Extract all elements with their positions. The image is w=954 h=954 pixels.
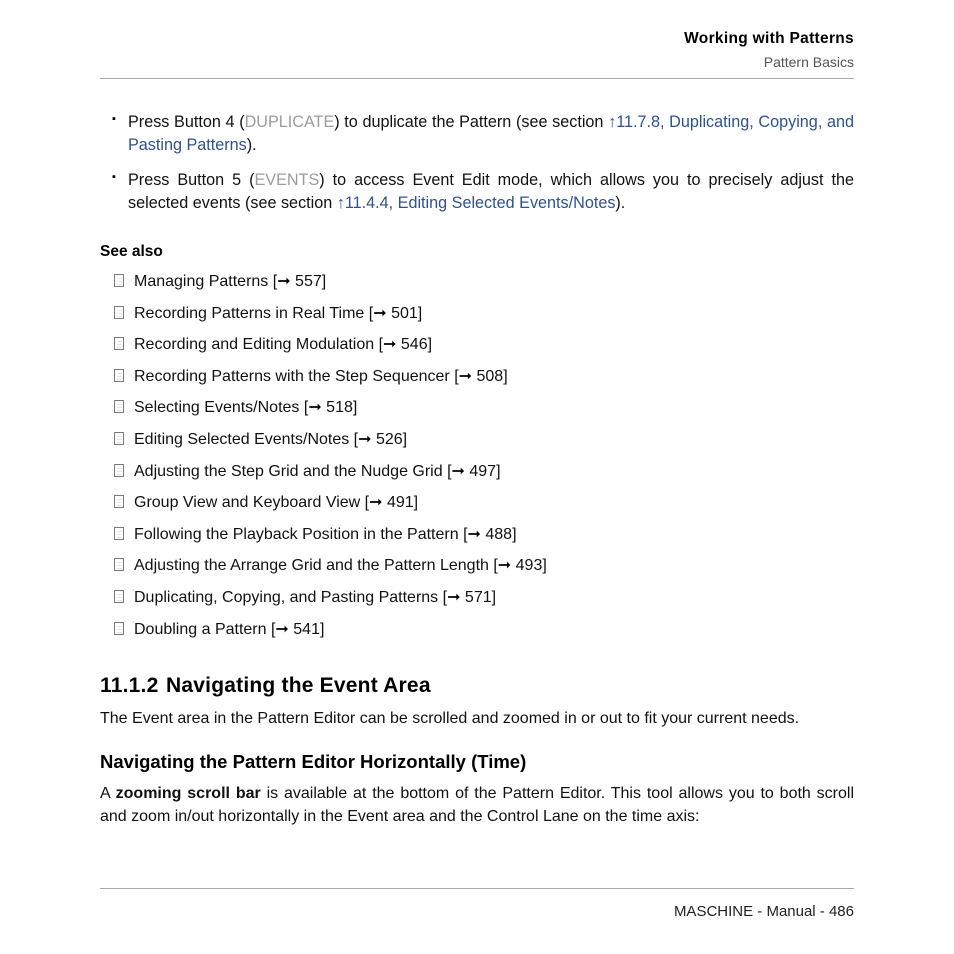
see-also-title: Managing Patterns [ <box>134 273 277 290</box>
document-icon <box>114 432 124 445</box>
see-also-page: 541] <box>289 621 325 638</box>
section-title: Navigating the Event Area <box>166 674 431 697</box>
document-icon <box>114 400 124 413</box>
arrow-right-icon: ➞ <box>277 273 290 290</box>
subsection-body-pre: A <box>100 785 116 802</box>
document-icon <box>114 306 124 319</box>
see-also-item[interactable]: Following the Playback Position in the P… <box>114 524 854 546</box>
subsection-body: A zooming scroll bar is available at the… <box>100 783 854 828</box>
document-icon <box>114 622 124 635</box>
see-also-item[interactable]: Recording Patterns in Real Time [➞ 501] <box>114 303 854 325</box>
page-header: Working with Patterns Pattern Basics <box>100 30 854 70</box>
see-also-page: 501] <box>387 305 423 322</box>
arrow-right-icon: ➞ <box>459 368 472 385</box>
see-also-item[interactable]: Adjusting the Arrange Grid and the Patte… <box>114 555 854 577</box>
section-heading: 11.1.2Navigating the Event Area <box>100 674 854 698</box>
see-also-title: Group View and Keyboard View [ <box>134 494 369 511</box>
document-icon <box>114 274 124 287</box>
see-also-item[interactable]: Recording and Editing Modulation [➞ 546] <box>114 334 854 356</box>
arrow-right-icon: ➞ <box>275 621 288 638</box>
header-sub: Pattern Basics <box>100 54 854 70</box>
see-also-item[interactable]: Adjusting the Step Grid and the Nudge Gr… <box>114 461 854 483</box>
bullet-text-post: ). <box>247 136 257 154</box>
subsection-body-bold: zooming scroll bar <box>116 785 261 802</box>
document-icon <box>114 590 124 603</box>
arrow-right-icon: ➞ <box>358 431 371 448</box>
see-also-page: 518] <box>322 399 358 416</box>
arrow-right-icon: ➞ <box>383 336 396 353</box>
ui-label-duplicate: DUPLICATE <box>245 113 335 131</box>
see-also-page: 571] <box>460 589 496 606</box>
see-also-item[interactable]: Editing Selected Events/Notes [➞ 526] <box>114 429 854 451</box>
see-also-page: 491] <box>383 494 419 511</box>
see-also-title: Editing Selected Events/Notes [ <box>134 431 358 448</box>
footer-text: MASCHINE - Manual - 486 <box>100 903 854 920</box>
document-icon <box>114 558 124 571</box>
see-also-item[interactable]: Recording Patterns with the Step Sequenc… <box>114 366 854 388</box>
see-also-title: Selecting Events/Notes [ <box>134 399 308 416</box>
document-icon <box>114 527 124 540</box>
see-also-title: Adjusting the Step Grid and the Nudge Gr… <box>134 463 452 480</box>
footer-divider <box>100 888 854 889</box>
arrow-right-icon: ➞ <box>468 526 481 543</box>
see-also-item[interactable]: Selecting Events/Notes [➞ 518] <box>114 397 854 419</box>
list-item: Press Button 5 (EVENTS) to access Event … <box>100 169 854 215</box>
list-item: Press Button 4 (DUPLICATE) to duplicate … <box>100 111 854 157</box>
arrow-right-icon: ➞ <box>447 589 460 606</box>
document-icon <box>114 369 124 382</box>
bullet-list: Press Button 4 (DUPLICATE) to duplicate … <box>100 111 854 215</box>
arrow-right-icon: ➞ <box>369 494 382 511</box>
bullet-text-pre: Press Button 5 ( <box>128 171 254 189</box>
xref-link[interactable]: ↑11.4.4, Editing Selected Events/Notes <box>337 194 616 212</box>
see-also-item[interactable]: Managing Patterns [➞ 557] <box>114 271 854 293</box>
see-also-item[interactable]: Duplicating, Copying, and Pasting Patter… <box>114 587 854 609</box>
bullet-text-pre: Press Button 4 ( <box>128 113 245 131</box>
see-also-page: 546] <box>396 336 432 353</box>
header-title: Working with Patterns <box>100 30 854 48</box>
arrow-right-icon: ➞ <box>498 557 511 574</box>
bullet-text-mid: ) to duplicate the Pattern (see section <box>334 113 608 131</box>
section-number: 11.1.2 <box>100 674 166 698</box>
header-divider <box>100 78 854 79</box>
arrow-right-icon: ➞ <box>452 463 465 480</box>
see-also-list: Managing Patterns [➞ 557]Recording Patte… <box>114 271 854 640</box>
page: Working with Patterns Pattern Basics Pre… <box>0 0 954 954</box>
bullet-text-post: ). <box>615 194 625 212</box>
see-also-title: Recording Patterns with the Step Sequenc… <box>134 368 459 385</box>
document-icon <box>114 495 124 508</box>
section-body: The Event area in the Pattern Editor can… <box>100 708 854 731</box>
see-also-title: Recording Patterns in Real Time [ <box>134 305 373 322</box>
ui-label-events: EVENTS <box>254 171 319 189</box>
see-also-item[interactable]: Group View and Keyboard View [➞ 491] <box>114 492 854 514</box>
see-also-page: 557] <box>291 273 327 290</box>
see-also-page: 508] <box>472 368 508 385</box>
see-also-page: 493] <box>511 557 547 574</box>
subsection-heading: Navigating the Pattern Editor Horizontal… <box>100 751 854 773</box>
see-also-page: 488] <box>481 526 517 543</box>
see-also-item[interactable]: Doubling a Pattern [➞ 541] <box>114 619 854 641</box>
see-also-title: Duplicating, Copying, and Pasting Patter… <box>134 589 447 606</box>
document-icon <box>114 464 124 477</box>
see-also-title: Following the Playback Position in the P… <box>134 526 468 543</box>
see-also-title: Recording and Editing Modulation [ <box>134 336 383 353</box>
see-also-page: 497] <box>465 463 501 480</box>
arrow-right-icon: ➞ <box>373 305 386 322</box>
see-also-title: Adjusting the Arrange Grid and the Patte… <box>134 557 498 574</box>
arrow-right-icon: ➞ <box>308 399 321 416</box>
see-also-heading: See also <box>100 243 854 261</box>
page-footer: MASCHINE - Manual - 486 <box>100 888 854 920</box>
see-also-title: Doubling a Pattern [ <box>134 621 275 638</box>
document-icon <box>114 337 124 350</box>
see-also-page: 526] <box>372 431 408 448</box>
